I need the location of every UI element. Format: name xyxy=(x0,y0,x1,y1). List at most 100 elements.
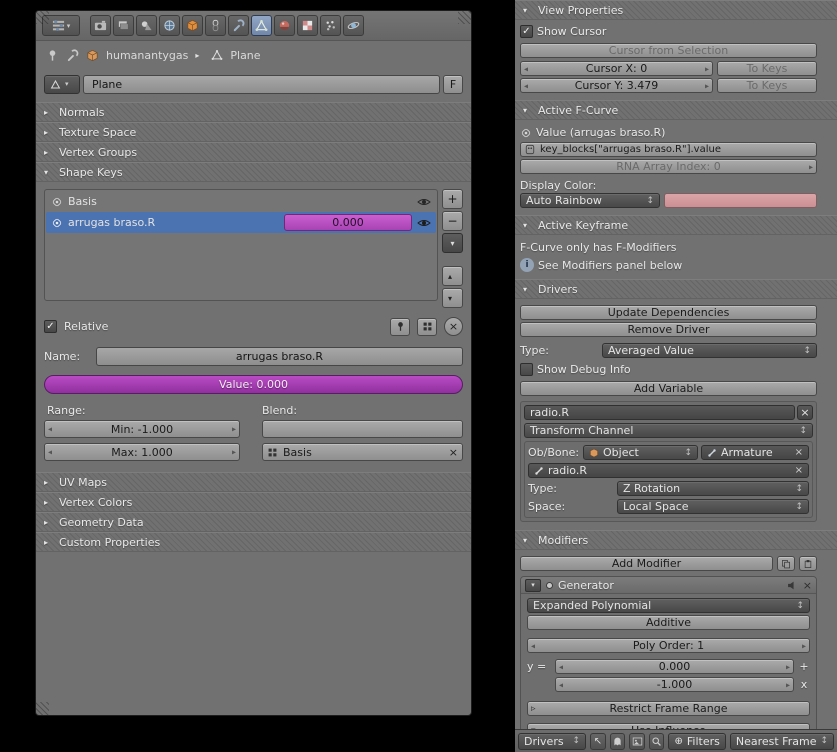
editor-corner-grip[interactable] xyxy=(36,11,49,24)
target-bone-field[interactable]: radio.R × xyxy=(528,463,809,478)
increment-arrow-icon[interactable]: ▸ xyxy=(705,64,709,73)
blend-basis-field[interactable]: Basis × xyxy=(262,443,463,461)
move-shapekey-down-button[interactable]: ▾ xyxy=(442,288,463,308)
fake-user-button[interactable]: F xyxy=(443,74,463,94)
panel-normals[interactable]: ▸ Normals xyxy=(36,102,471,122)
decrement-arrow-icon[interactable]: ◂ xyxy=(559,680,563,689)
tab-material[interactable] xyxy=(274,15,295,36)
close-icon[interactable]: × xyxy=(795,465,803,476)
increment-arrow-icon[interactable]: ▸ xyxy=(786,680,790,689)
edit-mode-shape-button[interactable] xyxy=(417,317,437,336)
shape-key-value-slider[interactable]: 0.000 xyxy=(284,214,412,231)
tab-render[interactable] xyxy=(90,15,111,36)
tab-physics[interactable] xyxy=(343,15,364,36)
show-cursor-checkbox[interactable]: ✓ xyxy=(520,25,533,38)
add-shapekey-button[interactable]: + xyxy=(442,189,463,209)
generator-modifier-header[interactable]: ▾ Generator × xyxy=(521,577,816,594)
remove-variable-button[interactable]: × xyxy=(797,405,813,420)
panel-vertex-groups[interactable]: ▸ Vertex Groups xyxy=(36,142,471,162)
channel-type-dropdown[interactable]: Z Rotation ↕ xyxy=(617,481,809,496)
decrement-arrow-icon[interactable]: ◂ xyxy=(531,641,535,650)
restrict-frame-range-header[interactable]: ▹ Restrict Frame Range xyxy=(527,701,810,716)
tab-object-data[interactable] xyxy=(251,15,272,36)
poly-order-field[interactable]: ◂ Poly Order: 1 ▸ xyxy=(527,638,810,653)
panel-uv-maps[interactable]: ▸ UV Maps xyxy=(36,472,471,492)
rna-array-index-field[interactable]: RNA Array Index: 0 ▸ xyxy=(520,159,817,174)
increment-arrow-icon[interactable]: ▸ xyxy=(786,662,790,671)
tab-modifiers[interactable] xyxy=(228,15,249,36)
target-object-field[interactable]: Armature × xyxy=(701,445,809,460)
tab-texture[interactable] xyxy=(297,15,318,36)
panel-modifiers[interactable]: ▾ Modifiers xyxy=(515,530,837,550)
variable-type-dropdown[interactable]: Transform Channel ↕ xyxy=(524,423,813,438)
close-icon[interactable]: × xyxy=(803,579,812,592)
add-modifier-button[interactable]: Add Modifier xyxy=(520,556,773,571)
modifier-expand-button[interactable]: ▾ xyxy=(525,578,541,592)
decrement-arrow-icon[interactable]: ◂ xyxy=(48,425,52,434)
tab-particles[interactable] xyxy=(320,15,341,36)
mode-dropdown[interactable]: Drivers ↕ xyxy=(518,732,586,750)
cursor-from-selection-button[interactable]: Cursor from Selection xyxy=(520,43,817,58)
remove-driver-button[interactable]: Remove Driver xyxy=(520,322,817,337)
driver-type-dropdown[interactable]: Averaged Value ↕ xyxy=(602,343,817,358)
relative-checkbox[interactable]: ✓ xyxy=(44,320,57,333)
increment-arrow-icon[interactable]: ▸ xyxy=(232,448,236,457)
tab-scene[interactable] xyxy=(136,15,157,36)
speaker-mute-icon[interactable] xyxy=(786,580,798,591)
increment-arrow-icon[interactable]: ▸ xyxy=(802,641,806,650)
space-dropdown[interactable]: Local Space ↕ xyxy=(617,499,809,514)
blend-vertex-group-field[interactable] xyxy=(262,420,463,438)
display-color-mode-dropdown[interactable]: Auto Rainbow ↕ xyxy=(520,193,660,208)
close-icon[interactable]: × xyxy=(795,447,803,458)
ghost-curves-button[interactable] xyxy=(609,732,626,750)
panel-view-properties[interactable]: ▾ View Properties xyxy=(515,0,837,20)
shapekey-specials-button[interactable]: ▾ xyxy=(442,233,463,253)
clear-shape-button[interactable]: × xyxy=(444,317,463,336)
cursor-x-to-keys-button[interactable]: To Keys xyxy=(717,61,817,76)
remove-shapekey-button[interactable]: − xyxy=(442,211,463,231)
snapshot-button[interactable] xyxy=(629,732,645,750)
mesh-name-input[interactable]: Plane xyxy=(83,74,440,94)
editor-corner-grip[interactable] xyxy=(36,702,49,715)
generator-mode-dropdown[interactable]: Expanded Polynomial ↕ xyxy=(527,598,810,613)
range-min-field[interactable]: ◂ Min: -1.000 ▸ xyxy=(44,420,240,438)
close-icon[interactable]: × xyxy=(449,446,458,459)
breadcrumb-object[interactable]: humanantygas xyxy=(106,49,188,62)
panel-texture-space[interactable]: ▸ Texture Space xyxy=(36,122,471,142)
tab-constraints[interactable] xyxy=(205,15,226,36)
decrement-arrow-icon[interactable]: ◂ xyxy=(559,662,563,671)
shape-key-row-active[interactable]: arrugas braso.R 0.000 xyxy=(46,212,436,233)
panel-drivers[interactable]: ▾ Drivers xyxy=(515,279,837,299)
eye-icon[interactable] xyxy=(417,218,431,228)
additive-button[interactable]: Additive xyxy=(527,615,810,630)
add-variable-button[interactable]: Add Variable xyxy=(520,381,817,396)
eye-icon[interactable] xyxy=(417,197,431,207)
rna-path-field[interactable]: key_blocks["arrugas braso.R"].value xyxy=(520,142,817,157)
pin-shape-button[interactable] xyxy=(390,317,410,336)
decrement-arrow-icon[interactable]: ◂ xyxy=(48,448,52,457)
increment-arrow-icon[interactable]: ▸ xyxy=(705,81,709,90)
breadcrumb-mesh[interactable]: Plane xyxy=(230,49,260,62)
shape-key-value-main-slider[interactable]: Value: 0.000 xyxy=(44,375,463,394)
variable-name-field[interactable]: radio.R xyxy=(524,405,795,420)
decrement-arrow-icon[interactable]: ◂ xyxy=(524,81,528,90)
add-coefficient-button[interactable]: + xyxy=(798,660,810,673)
coefficient-1-field[interactable]: ◂ -1.000 ▸ xyxy=(555,677,794,692)
increment-arrow-icon[interactable]: ▸ xyxy=(809,162,813,171)
curve-color-swatch[interactable] xyxy=(664,193,817,208)
tab-render-layers[interactable] xyxy=(113,15,134,36)
cursor-tool-button[interactable]: ↖ xyxy=(589,732,606,750)
coefficient-0-field[interactable]: ◂ 0.000 ▸ xyxy=(555,659,794,674)
panel-shape-keys[interactable]: ▾ Shape Keys xyxy=(36,162,471,182)
tool-icon[interactable] xyxy=(66,48,79,62)
update-dependencies-button[interactable]: Update Dependencies xyxy=(520,305,817,320)
cursor-x-field[interactable]: ◂ Cursor X: 0 ▸ xyxy=(520,61,713,76)
shape-key-name-input[interactable]: arrugas braso.R xyxy=(96,347,463,366)
paste-modifiers-button[interactable] xyxy=(799,556,817,571)
pin-icon[interactable] xyxy=(46,49,59,62)
cursor-y-field[interactable]: ◂ Cursor Y: 3.479 ▸ xyxy=(520,78,713,93)
modifier-enable-dot[interactable] xyxy=(546,581,553,589)
decrement-arrow-icon[interactable]: ◂ xyxy=(524,64,528,73)
panel-active-keyframe[interactable]: ▾ Active Keyframe xyxy=(515,215,837,235)
target-id-type-dropdown[interactable]: Object ↕ xyxy=(583,445,698,460)
